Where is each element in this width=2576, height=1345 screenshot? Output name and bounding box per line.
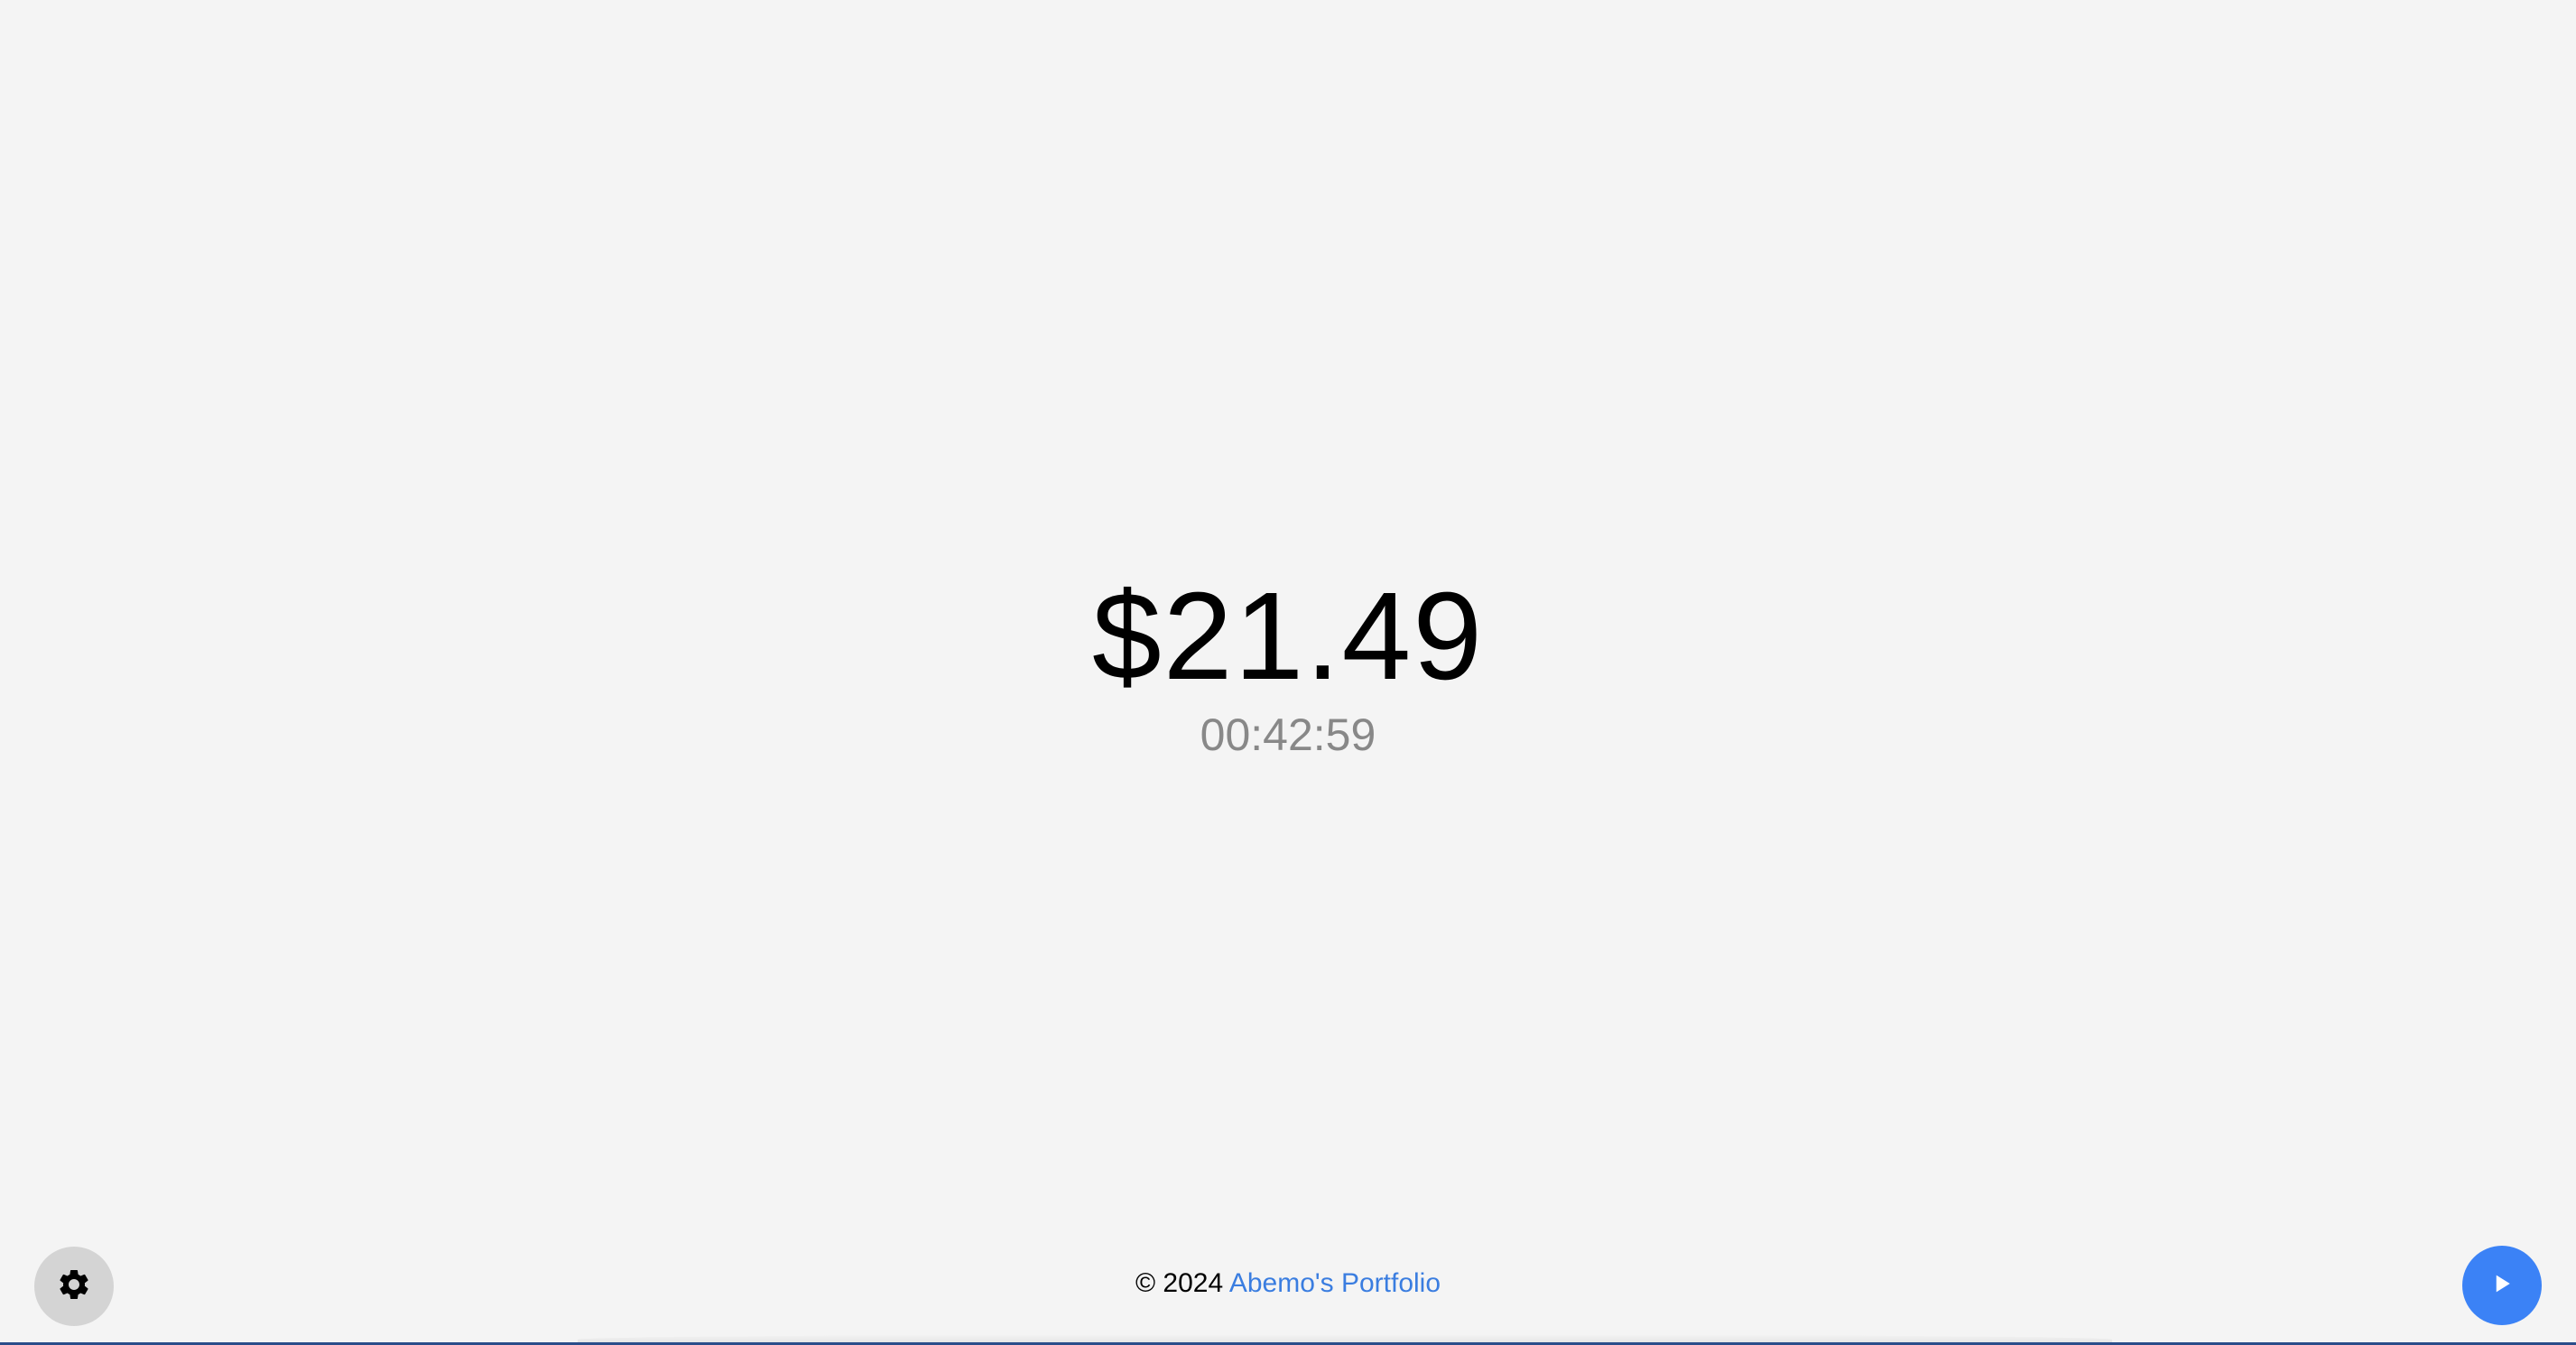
footer: © 2024 Abemo's Portfolio: [0, 1266, 2576, 1302]
copyright-text: © 2024: [1135, 1268, 1224, 1298]
play-button[interactable]: [2462, 1246, 2542, 1325]
gear-icon: [56, 1266, 92, 1307]
app-root: $21.49 00:42:59 © 2024 Abemo's Portfolio: [0, 0, 2576, 1345]
play-icon: [2488, 1270, 2516, 1302]
timer-display: $21.49 00:42:59: [0, 569, 2576, 762]
elapsed-time: 00:42:59: [1200, 710, 1376, 760]
earnings-amount: $21.49: [1091, 567, 1485, 706]
portfolio-link[interactable]: Abemo's Portfolio: [1229, 1268, 1441, 1298]
settings-button[interactable]: [34, 1247, 114, 1326]
